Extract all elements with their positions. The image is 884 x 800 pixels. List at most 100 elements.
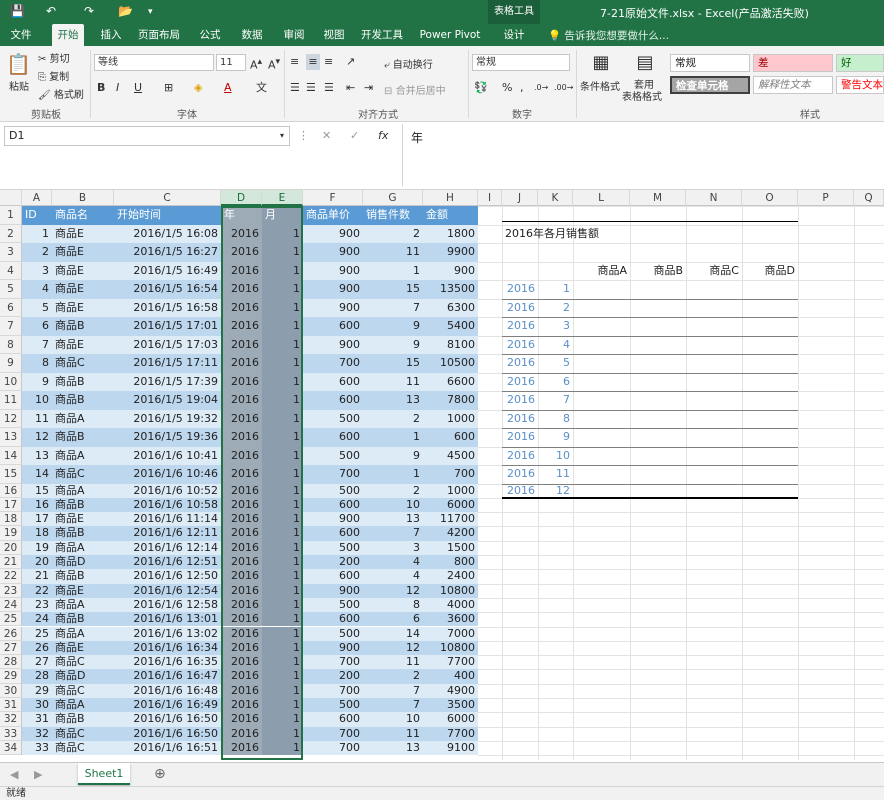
table-cell[interactable]: 6 — [22, 317, 52, 336]
table-cell[interactable]: 1 — [262, 280, 303, 299]
table-cell[interactable]: 900 — [303, 224, 363, 243]
name-box-dropdown-icon[interactable]: ▾ — [280, 128, 284, 144]
table-cell[interactable]: 商品A — [52, 540, 114, 555]
percent-button[interactable]: % — [502, 80, 512, 96]
table-cell[interactable]: 2016/1/6 13:02 — [114, 626, 221, 641]
table-cell[interactable]: 商品E — [52, 640, 114, 656]
table-cell[interactable]: 11 — [363, 243, 423, 262]
table-cell[interactable]: 12 — [363, 583, 423, 598]
table-cell[interactable]: 22 — [22, 583, 52, 598]
table-header-cell[interactable]: 商品单价 — [303, 206, 363, 225]
table-cell[interactable]: 7000 — [423, 626, 478, 641]
conditional-format-button[interactable]: 条件格式 — [580, 78, 620, 93]
table-header-cell[interactable]: ID — [22, 206, 52, 225]
table-cell[interactable]: 500 — [303, 409, 363, 428]
table-cell[interactable]: 商品E — [52, 224, 114, 243]
table-cell[interactable]: 商品E — [52, 512, 114, 527]
merge-center-button[interactable]: ⊟ 合并后居中 — [384, 82, 446, 97]
table-cell[interactable]: 1 — [262, 243, 303, 262]
table-cell[interactable]: 2016/1/6 12:58 — [114, 597, 221, 613]
table-cell[interactable]: 1 — [262, 683, 303, 698]
save-icon[interactable]: 💾 — [10, 4, 25, 18]
table-cell[interactable]: 2016 — [221, 726, 262, 741]
table-cell[interactable]: 1 — [262, 354, 303, 373]
table-cell[interactable]: 2016/1/5 19:32 — [114, 409, 221, 428]
table-cell[interactable]: 商品E — [52, 243, 114, 262]
table-cell[interactable]: 1 — [262, 428, 303, 447]
table-cell[interactable]: 商品A — [52, 597, 114, 613]
table-cell[interactable]: 14 — [363, 626, 423, 641]
table-cell[interactable]: 21 — [22, 569, 52, 584]
table-cell[interactable]: 商品C — [52, 683, 114, 698]
table-header-cell[interactable]: 月 — [262, 206, 303, 225]
table-cell[interactable]: 2016 — [221, 555, 262, 570]
table-cell[interactable]: 4 — [22, 280, 52, 299]
row-header-11[interactable]: 11 — [0, 391, 22, 410]
table-cell[interactable]: 5400 — [423, 317, 478, 336]
redo-icon[interactable]: ↷ — [84, 4, 94, 18]
row-header-15[interactable]: 15 — [0, 465, 22, 484]
table-cell[interactable]: 2016 — [221, 483, 262, 498]
table-cell[interactable]: 900 — [303, 512, 363, 527]
name-box[interactable]: D1 — [4, 126, 290, 146]
table-cell[interactable]: 商品C — [52, 740, 114, 756]
column-header-F[interactable]: F — [303, 190, 363, 206]
row-header-4[interactable]: 4 — [0, 261, 22, 280]
table-cell[interactable]: 700 — [303, 655, 363, 670]
table-cell[interactable]: 2016/1/6 16:50 — [114, 712, 221, 727]
table-cell[interactable]: 20 — [22, 555, 52, 570]
table-cell[interactable]: 4200 — [423, 526, 478, 541]
table-cell[interactable]: 2016 — [221, 243, 262, 262]
table-cell[interactable]: 7700 — [423, 726, 478, 741]
table-cell[interactable]: 1000 — [423, 483, 478, 498]
table-cell[interactable]: 13 — [22, 446, 52, 465]
tab-8[interactable]: 开发工具 — [360, 24, 404, 46]
table-cell[interactable]: 商品C — [52, 655, 114, 670]
summary-month-cell[interactable]: 12 — [538, 484, 573, 498]
row-header-1[interactable]: 1 — [0, 206, 22, 225]
table-cell[interactable]: 1000 — [423, 409, 478, 428]
table-cell[interactable]: 700 — [303, 740, 363, 756]
style-warning[interactable]: 警告文本 — [836, 76, 884, 94]
table-cell[interactable]: 2016/1/6 13:01 — [114, 612, 221, 627]
table-cell[interactable]: 2 — [363, 669, 423, 684]
table-cell[interactable]: 500 — [303, 540, 363, 555]
row-header-7[interactable]: 7 — [0, 317, 22, 336]
row-header-22[interactable]: 22 — [0, 569, 22, 584]
number-format-select[interactable]: 常规 — [472, 54, 570, 71]
table-cell[interactable]: 2016 — [221, 597, 262, 613]
table-cell[interactable]: 4500 — [423, 446, 478, 465]
table-cell[interactable]: 2016/1/5 16:27 — [114, 243, 221, 262]
table-cell[interactable]: 商品D — [52, 669, 114, 684]
table-cell[interactable]: 商品E — [52, 583, 114, 598]
table-cell[interactable]: 500 — [303, 698, 363, 713]
table-cell[interactable]: 2400 — [423, 569, 478, 584]
table-cell[interactable]: 2016/1/5 19:36 — [114, 428, 221, 447]
table-cell[interactable]: 2016 — [221, 280, 262, 299]
table-cell[interactable]: 4900 — [423, 683, 478, 698]
summary-year-cell[interactable]: 2016 — [502, 317, 538, 336]
table-cell[interactable]: 1 — [262, 372, 303, 391]
summary-year-cell[interactable]: 2016 — [502, 410, 538, 429]
column-header-K[interactable]: K — [538, 190, 573, 206]
format-painter-button[interactable]: 🖌 格式刷 — [38, 86, 84, 101]
table-cell[interactable]: 600 — [303, 712, 363, 727]
table-cell[interactable]: 2016/1/6 16:34 — [114, 640, 221, 656]
table-cell[interactable]: 900 — [303, 640, 363, 656]
summary-year-cell[interactable]: 2016 — [502, 484, 538, 498]
font-name-select[interactable]: 等线 — [94, 54, 214, 71]
column-header-A[interactable]: A — [22, 190, 52, 206]
table-cell[interactable]: 30 — [22, 698, 52, 713]
column-header-B[interactable]: B — [52, 190, 114, 206]
table-format-label-2[interactable]: 表格格式 — [622, 88, 662, 103]
table-cell[interactable]: 2016 — [221, 569, 262, 584]
row-header-23[interactable]: 23 — [0, 583, 22, 598]
summary-year-cell[interactable]: 2016 — [502, 447, 538, 466]
row-header-26[interactable]: 26 — [0, 626, 22, 641]
summary-month-cell[interactable]: 8 — [538, 410, 573, 429]
table-cell[interactable]: 商品E — [52, 335, 114, 354]
table-cell[interactable]: 1 — [262, 497, 303, 513]
italic-button[interactable]: I — [116, 80, 119, 96]
table-cell[interactable]: 4 — [363, 555, 423, 570]
table-header-cell[interactable]: 开始时间 — [114, 206, 221, 225]
